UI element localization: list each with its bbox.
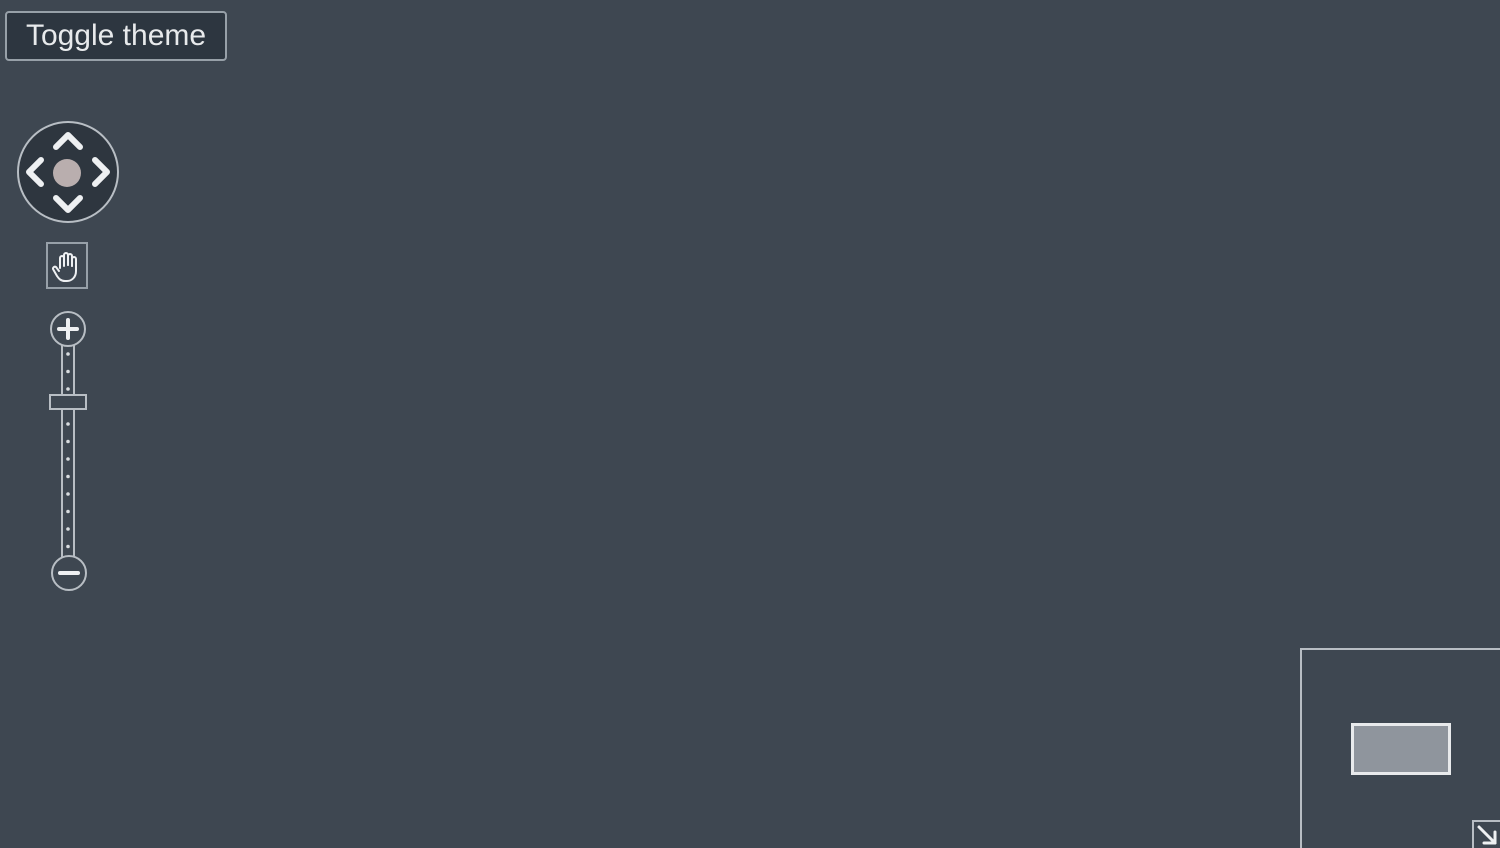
zoom-tick [66, 492, 70, 496]
hand-tool-button[interactable] [46, 242, 88, 289]
zoom-tick [66, 474, 70, 479]
overview-viewport[interactable] [1351, 723, 1451, 775]
minus-icon[interactable] [51, 555, 87, 591]
zoom-tick [66, 387, 70, 391]
map-canvas[interactable]: Toggle theme [0, 0, 1500, 848]
zoom-handle[interactable] [49, 394, 87, 410]
arrow-down-right-icon [1477, 825, 1497, 845]
zoom-tick [66, 457, 70, 461]
hand-icon [52, 252, 77, 282]
pan-control [17, 121, 119, 223]
zoom-tick [66, 439, 70, 444]
overview-panel [1300, 648, 1500, 848]
pan-center-icon[interactable] [53, 159, 81, 187]
zoom-tick [66, 352, 70, 356]
zoom-tick [66, 544, 70, 549]
zoom-tick [66, 527, 70, 531]
zoom-tick [66, 422, 70, 426]
plus-icon[interactable] [50, 311, 86, 347]
zoom-slider[interactable] [48, 310, 88, 594]
zoom-tick [66, 369, 70, 374]
overview-toggle-button[interactable] [1472, 820, 1500, 848]
zoom-tick [66, 509, 70, 514]
toggle-theme-button[interactable]: Toggle theme [5, 11, 227, 61]
